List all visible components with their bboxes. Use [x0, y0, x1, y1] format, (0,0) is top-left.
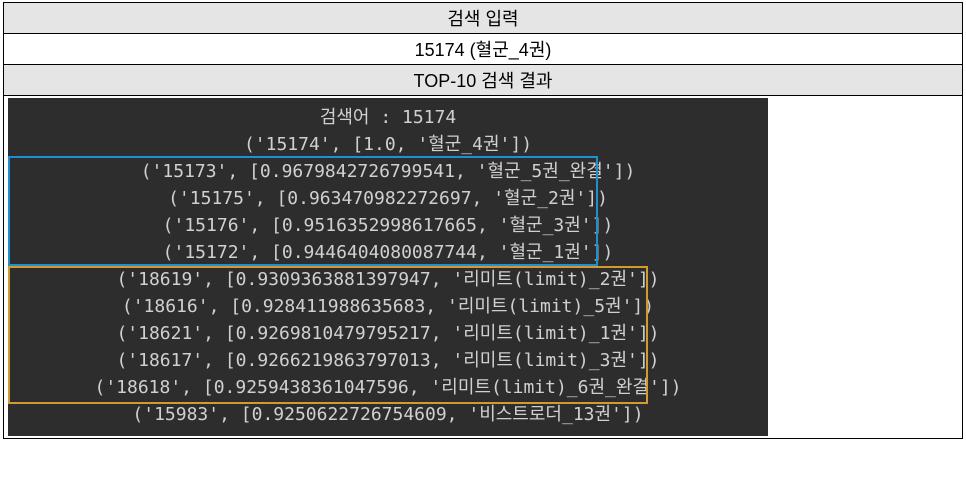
search-query: 15174 (혈군_4권) — [4, 34, 963, 65]
search-label-line: 검색어 : 15174 — [20, 104, 756, 131]
result-row: ('15174', [1.0, '혈군_4권']) — [20, 131, 756, 158]
result-row: ('18619', [0.9309363881397947, '리미트(limi… — [20, 266, 756, 293]
results-header: TOP-10 검색 결과 — [4, 65, 963, 96]
results-table: 검색 입력 15174 (혈군_4권) TOP-10 검색 결과 검색어 : 1… — [3, 2, 963, 439]
result-row: ('15172', [0.9446404080087744, '혈군_1권']) — [20, 239, 756, 266]
result-row: ('18617', [0.9266219863797013, '리미트(limi… — [20, 347, 756, 374]
terminal-cell: 검색어 : 15174 ('15174', [1.0, '혈군_4권'])('1… — [4, 96, 963, 439]
result-row: ('18616', [0.928411988635683, '리미트(limit… — [20, 293, 756, 320]
result-row: ('15176', [0.9516352998617665, '혈군_3권']) — [20, 212, 756, 239]
result-row: ('15983', [0.9250622726754609, '비스트로더_13… — [20, 401, 756, 428]
result-row: ('15173', [0.9679842726799541, '혈군_5권_완결… — [20, 158, 756, 185]
result-row: ('15175', [0.963470982272697, '혈군_2권']) — [20, 185, 756, 212]
search-input-header: 검색 입력 — [4, 3, 963, 34]
result-row: ('18621', [0.9269810479795217, '리미트(limi… — [20, 320, 756, 347]
result-row: ('18618', [0.9259438361047596, '리미트(limi… — [20, 374, 756, 401]
terminal-output: 검색어 : 15174 ('15174', [1.0, '혈군_4권'])('1… — [8, 98, 768, 436]
